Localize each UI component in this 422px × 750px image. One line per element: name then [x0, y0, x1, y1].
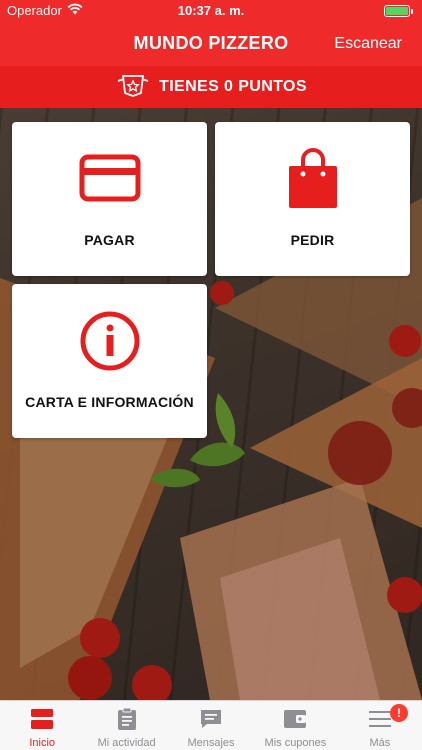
scan-button[interactable]: Escanear: [334, 35, 402, 53]
notification-badge: !: [390, 704, 409, 722]
pay-label: PAGAR: [84, 232, 135, 248]
tab-mi-actividad[interactable]: Mi actividad: [84, 701, 168, 750]
status-time: 10:37 a. m.: [177, 3, 245, 18]
tab-label: Inicio: [29, 737, 56, 749]
order-tile[interactable]: PEDIR: [215, 122, 410, 276]
tab-mensajes[interactable]: Mensajes: [169, 701, 253, 750]
tab-label: Mi actividad: [97, 737, 156, 749]
battery-icon: [384, 5, 413, 17]
pay-tile[interactable]: PAGAR: [12, 122, 207, 276]
menu-info-tile[interactable]: CARTA E INFORMACIÓN: [12, 284, 207, 438]
tab-mis-cupones[interactable]: Mis cupones: [253, 701, 337, 750]
credit-card-icon: [79, 154, 141, 207]
tab-mas[interactable]: ! Más: [338, 701, 422, 750]
tab-inicio[interactable]: Inicio: [0, 701, 84, 750]
points-text: TIENES 0 PUNTOS: [159, 78, 307, 95]
message-icon: [200, 709, 222, 734]
menu-info-label: CARTA E INFORMACIÓN: [25, 394, 194, 410]
tab-label: Mensajes: [187, 737, 235, 749]
badge-star-icon: [115, 73, 151, 102]
tab-bar: Inicio Mi actividad Mensajes Mis cupones…: [0, 700, 422, 750]
order-label: PEDIR: [290, 232, 335, 248]
wallet-icon: [284, 709, 307, 733]
tab-label: Más: [369, 737, 391, 749]
status-bar: Operador 10:37 a. m.: [0, 0, 422, 22]
clipboard-icon: [117, 707, 136, 735]
shopping-bag-icon: [287, 146, 339, 215]
info-icon: [79, 310, 141, 377]
nav-bar: MUNDO PIZZERO Escanear: [0, 22, 422, 66]
points-banner[interactable]: TIENES 0 PUNTOS: [0, 66, 422, 108]
home-card-icon: [31, 708, 54, 734]
menu-icon: [368, 710, 391, 732]
tab-label: Mis cupones: [264, 737, 327, 749]
